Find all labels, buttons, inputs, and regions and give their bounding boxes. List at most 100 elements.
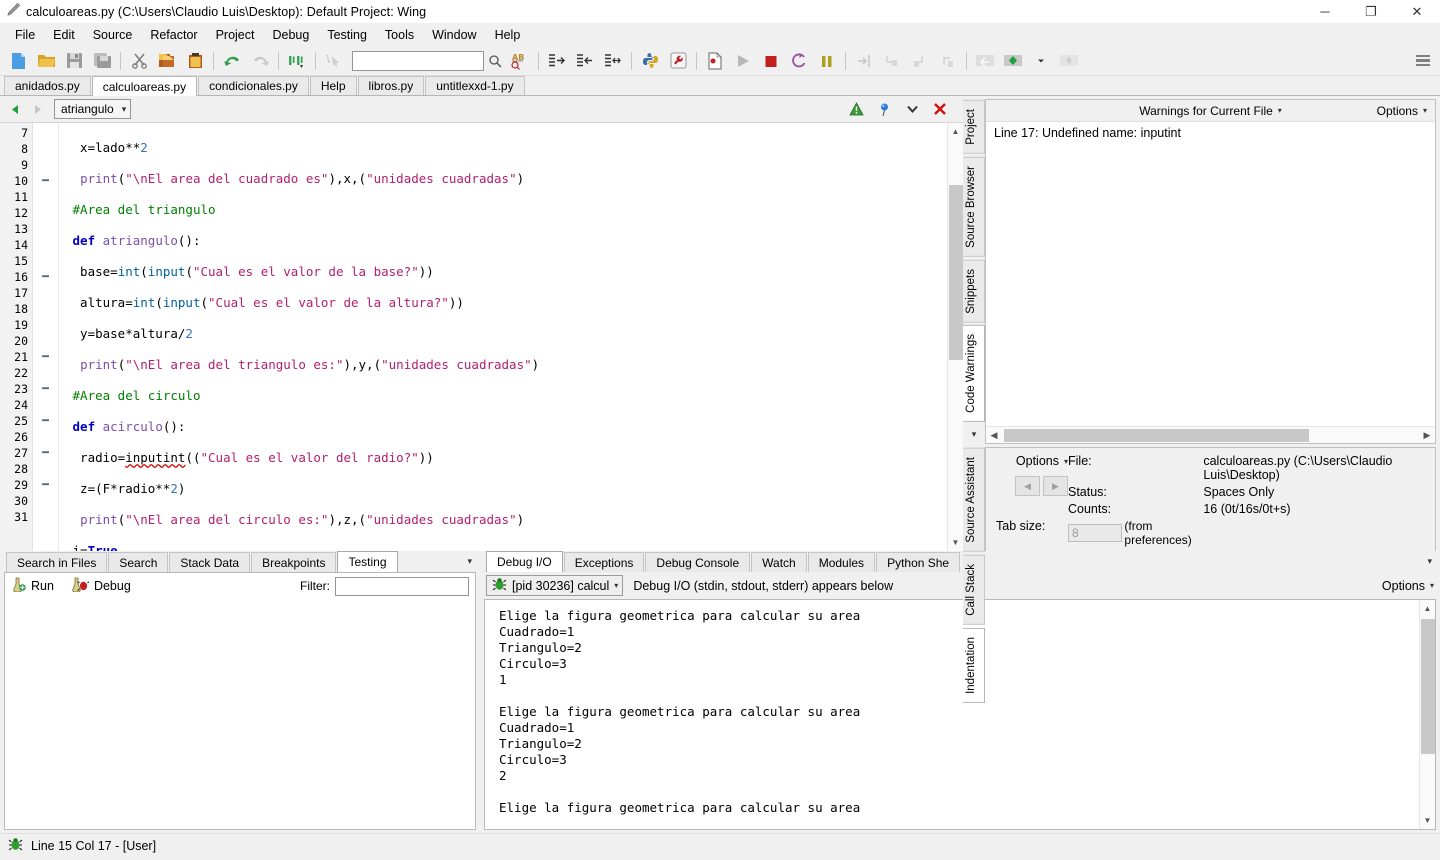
vtab-indentation[interactable]: Indentation [963,627,985,703]
fold-marker[interactable]: ━ [33,269,58,285]
debug-io-console[interactable]: Elige la figura geometrica para calcular… [484,599,1436,830]
file-tab-condicionales[interactable]: condicionales.py [198,76,309,95]
replace-ab-icon[interactable]: AB [506,48,534,74]
hamburger-menu-icon[interactable] [1410,48,1436,74]
testing-debug-button[interactable]: Debug [72,577,131,595]
step-out-icon[interactable] [906,48,934,74]
scrollbar-track[interactable] [948,140,964,534]
tab-stack-data[interactable]: Stack Data [169,552,251,572]
pin-icon[interactable] [873,98,895,120]
chevron-down-icon[interactable]: ▾ [1427,556,1440,567]
scrollbar-thumb[interactable] [1420,619,1435,754]
cut-icon[interactable] [125,48,153,74]
tab-python-shell[interactable]: Python She [876,552,961,572]
scrollbar-track[interactable] [1002,428,1419,443]
save-all-icon[interactable] [88,48,116,74]
paste-icon[interactable] [181,48,209,74]
tab-search-in-files[interactable]: Search in Files [6,552,108,572]
warnings-panel-title-group[interactable]: Warnings for Current File ▾ [1139,104,1282,118]
new-file-icon[interactable] [4,48,32,74]
python-shell-icon[interactable] [636,48,664,74]
copy-icon[interactable] [153,48,181,74]
fold-marker[interactable]: ━ [33,477,58,493]
run-icon[interactable] [729,48,757,74]
stop-icon[interactable] [757,48,785,74]
warnings-options-menu[interactable]: Options ▾ [1377,104,1427,118]
close-x-icon[interactable] [929,98,951,120]
scrollbar-track[interactable] [1420,617,1436,812]
scroll-right-icon[interactable]: ▶ [1419,430,1435,441]
menu-window[interactable]: Window [423,26,485,44]
search-input[interactable] [352,50,484,71]
minimize-button[interactable]: ─ [1302,0,1348,24]
nav-prev-icon[interactable]: ◀ [1015,476,1040,497]
redo-icon[interactable] [246,48,274,74]
warning-item[interactable]: Line 17: Undefined name: inputint [994,126,1427,140]
code-text[interactable]: x=lado**2 print("\nEl area del cuadrado … [59,123,947,551]
vtab-source-assistant[interactable]: Source Assistant [963,448,985,552]
breakpoint-disabled-icon[interactable] [971,48,999,74]
nav-forward-icon[interactable] [26,98,48,120]
fold-marker[interactable]: ━ [33,413,58,429]
step-over-icon[interactable] [878,48,906,74]
indentation-options-menu[interactable]: Options ▾ [1016,454,1068,468]
scroll-up-icon[interactable]: ▲ [1420,600,1436,617]
step-into-icon[interactable] [850,48,878,74]
fold-gutter[interactable]: ━ ━ ━ ━ ━ ━ ━ [33,123,59,551]
tab-exceptions[interactable]: Exceptions [563,552,645,572]
chevron-down-icon[interactable] [901,98,923,120]
menu-source[interactable]: Source [84,26,142,44]
fold-marker[interactable]: ━ [33,445,58,461]
undo-icon[interactable] [218,48,246,74]
vtab-snippets[interactable]: Snippets [963,259,985,323]
symbol-selector[interactable]: atriangulo ▾ [54,99,132,119]
filter-input[interactable] [335,576,469,596]
warning-triangle-icon[interactable] [845,98,867,120]
file-tab-anidados[interactable]: anidados.py [4,76,91,95]
scroll-down-icon[interactable]: ▼ [1420,812,1436,829]
debug-io-options-menu[interactable]: Options ▾ [1382,579,1434,593]
restart-icon[interactable] [785,48,813,74]
indent-right-icon[interactable] [543,48,571,74]
file-tab-untitled[interactable]: untitlexxd-1.py [425,76,525,95]
tab-testing[interactable]: Testing [337,551,398,572]
menu-project[interactable]: Project [207,26,264,44]
warnings-list[interactable]: Line 17: Undefined name: inputint [986,122,1435,427]
search-icon[interactable] [484,48,506,74]
scroll-down-icon[interactable]: ▼ [948,534,964,551]
fold-marker[interactable]: ━ [33,349,58,365]
tab-breakpoints[interactable]: Breakpoints [251,552,337,572]
menu-edit[interactable]: Edit [44,26,84,44]
step-return-icon[interactable] [934,48,962,74]
scrollbar-thumb[interactable] [948,185,963,360]
indent-left-icon[interactable] [571,48,599,74]
scrollbar-thumb[interactable] [1004,428,1309,442]
select-pointer-icon[interactable] [320,48,348,74]
compare-icon[interactable]: IIII [283,48,311,74]
code-editor[interactable]: 7 8 9 10 11 12 13 14 15 16 17 18 19 20 2… [0,123,963,551]
vtab-code-warnings[interactable]: Code Warnings [963,325,985,423]
breakpoint-icon[interactable] [999,48,1027,74]
chevron-down-icon[interactable]: ▾ [963,425,985,444]
chevron-down-icon[interactable]: ▾ [467,556,480,567]
close-button[interactable]: ✕ [1394,0,1440,24]
open-folder-icon[interactable] [32,48,60,74]
vtab-source-browser[interactable]: Source Browser [963,156,985,257]
process-selector[interactable]: [pid 30236] calcul ▾ [486,575,624,596]
console-vertical-scrollbar[interactable]: ▲ ▼ [1419,600,1435,829]
tab-modules[interactable]: Modules [807,552,876,572]
fold-marker[interactable]: ━ [33,381,58,397]
vtab-project[interactable]: Project [963,100,985,154]
console-output[interactable]: Elige la figura geometrica para calcular… [485,600,1419,829]
menu-help[interactable]: Help [486,26,530,44]
file-tab-calculoareas[interactable]: calculoareas.py [91,76,198,96]
editor-vertical-scrollbar[interactable]: ▲ ▼ [947,123,963,551]
pause-icon[interactable] [813,48,841,74]
tab-debug-io[interactable]: Debug I/O [486,551,563,572]
file-tab-libros[interactable]: libros.py [357,76,425,95]
menu-file[interactable]: File [6,26,44,44]
wrench-icon[interactable] [664,48,692,74]
menu-tools[interactable]: Tools [376,26,423,44]
run-to-cursor-icon[interactable] [701,48,729,74]
indent-both-icon[interactable] [599,48,627,74]
